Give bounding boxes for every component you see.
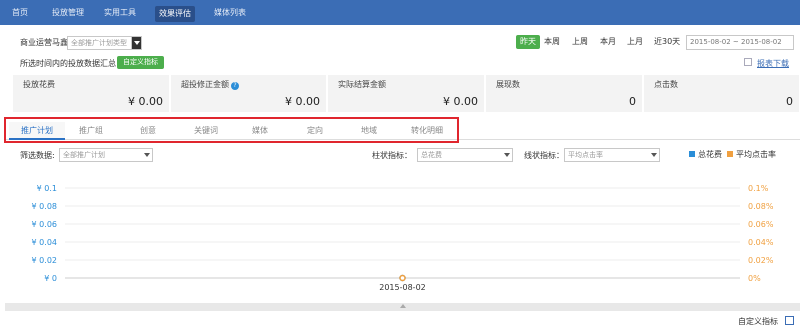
card-value: ¥ 0.00 [443,95,478,108]
summary-caption: 所选时间内的投放数据汇总 [20,59,116,68]
left-axis-tick-label: ¥ 0 [44,274,57,283]
nav-home[interactable]: 首页 [12,0,28,25]
performance-chart: ¥ 0 0% ¥ 0.02 0.02% ¥ 0.04 0.04% ¥ 0.06 0.06% ¥ … [32,184,774,292]
info-icon[interactable]: ? [231,82,239,90]
right-axis-tick-label: 0% [748,274,761,283]
range-last-week[interactable]: 上周 [572,35,588,49]
chevron-down-icon [649,149,659,161]
chevron-down-icon [502,149,512,161]
campaign-label: 商业运营马鑫 [20,38,68,47]
right-axis-tick-label: 0.04% [748,238,774,247]
card-value: 0 [629,95,636,108]
filter-data-value: 全部推广计划 [63,151,105,159]
left-axis-tick-label: ¥ 0.04 [32,238,57,247]
nav-media-list[interactable]: 媒体列表 [214,0,246,25]
left-axis-tick-label: ¥ 0.1 [37,184,57,193]
chart-collapse-bar[interactable] [5,303,800,311]
chevron-up-icon [400,304,406,308]
edit-icon[interactable] [785,316,794,325]
nav-performance[interactable]: 效果评估 [155,6,195,22]
range-last-month[interactable]: 上月 [627,35,643,49]
custom-metric-button[interactable]: 自定义指标 [117,56,164,69]
right-axis-tick-label: 0.02% [748,256,774,265]
line-metric-select[interactable]: 平均点击率 [564,148,660,162]
report-download-link[interactable]: 报表下载 [757,58,789,69]
top-nav: 首页 投放管理 实用工具 效果评估 媒体列表 [0,0,800,25]
x-axis-tick-label: 2015-08-02 [379,283,426,292]
card-value: ¥ 0.00 [128,95,163,108]
campaign-type-value: 全部推广计划类型 [71,39,127,47]
range-last-30-days[interactable]: 近30天 [654,35,680,49]
legend-swatch-spend [689,151,695,157]
left-axis-tick-label: ¥ 0.08 [32,202,57,211]
card-value: ¥ 0.00 [285,95,320,108]
right-axis-tick-label: 0.1% [748,184,769,193]
filter-data-label: 筛选数据: [20,151,55,160]
data-point-ctr [399,274,406,282]
bar-metric-value: 总花费 [421,151,442,159]
chevron-down-icon [131,37,141,49]
range-this-week[interactable]: 本周 [544,35,560,49]
filter-data-select[interactable]: 全部推广计划 [59,148,153,162]
legend-label-ctr: 平均点击率 [736,150,776,159]
card-title: 投放花费 [23,80,55,89]
right-axis-tick-label: 0.08% [748,202,774,211]
card-clicks: 点击数 0 [644,75,800,112]
custom-metric-footer-link[interactable]: 自定义指标 [738,316,778,327]
line-metric-value: 平均点击率 [568,151,603,159]
card-overspend-adjust: 超投修正金额? ¥ 0.00 [171,75,327,112]
legend-swatch-ctr [727,151,733,157]
card-title-text: 超投修正金额 [181,80,229,89]
left-axis-tick-label: ¥ 0.02 [32,256,57,265]
card-title: 实际结算金额 [338,80,386,89]
range-this-month[interactable]: 本月 [600,35,616,49]
chevron-down-icon [142,149,152,161]
highlight-annotation [4,117,459,143]
date-range-value: 2015-08-02 ~ 2015-08-02 [690,38,782,46]
right-axis-tick-label: 0.06% [748,220,774,229]
card-title: 展现数 [496,80,520,89]
bar-metric-label: 柱状指标： [372,151,412,160]
card-impressions: 展现数 0 [486,75,643,112]
range-yesterday[interactable]: 昨天 [516,35,540,49]
legend-label-spend: 总花费 [698,150,722,159]
bar-metric-select[interactable]: 总花费 [417,148,513,162]
card-value: 0 [786,95,793,108]
card-title: 点击数 [654,80,678,89]
summary-cards: 投放花费 ¥ 0.00 超投修正金额? ¥ 0.00 实际结算金额 ¥ 0.00… [13,75,800,112]
card-title: 超投修正金额? [181,79,239,90]
date-range-picker[interactable]: 2015-08-02 ~ 2015-08-02 [686,35,794,50]
card-settlement: 实际结算金额 ¥ 0.00 [328,75,485,112]
nav-tools[interactable]: 实用工具 [104,0,136,25]
line-metric-label: 线状指标： [524,151,564,160]
left-axis-tick-label: ¥ 0.06 [32,220,57,229]
chart-area: ¥ 0 0% ¥ 0.02 0.02% ¥ 0.04 0.04% ¥ 0.06 0.06% ¥ … [5,168,800,303]
nav-ad-management[interactable]: 投放管理 [52,0,84,25]
campaign-type-select[interactable]: 全部推广计划类型 [67,36,142,50]
report-download-icon[interactable] [744,58,752,66]
card-spend: 投放花费 ¥ 0.00 [13,75,170,112]
